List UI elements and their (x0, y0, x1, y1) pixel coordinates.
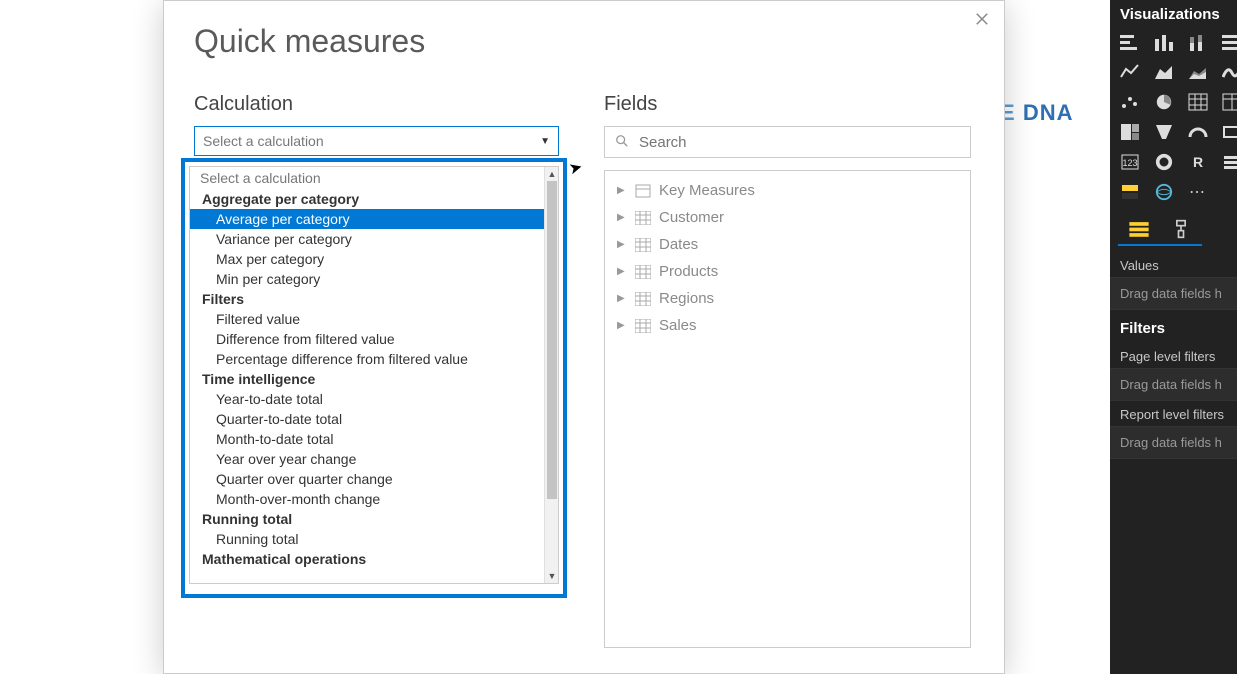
dropdown-item[interactable]: Running total (190, 529, 544, 549)
field-table[interactable]: ▶ Key Measures (609, 177, 966, 204)
format-mode-icon[interactable] (1170, 219, 1192, 242)
svg-text:R: R (1193, 154, 1203, 170)
vis-stacked-area-icon[interactable] (1186, 61, 1210, 83)
calculation-dropdown: Select a calculationAggregate per catego… (181, 158, 567, 598)
dropdown-group: Aggregate per category (190, 189, 544, 209)
table-icon (635, 265, 651, 279)
calculation-heading: Calculation (194, 93, 564, 116)
scroll-down-icon[interactable]: ▼ (545, 569, 559, 583)
dropdown-item[interactable]: Quarter-to-date total (190, 409, 544, 429)
vis-line-icon[interactable] (1118, 61, 1142, 83)
field-table-label: Dates (659, 236, 698, 253)
vis-stacked-bar-100-icon[interactable] (1220, 31, 1237, 53)
vis-table-icon[interactable] (1220, 91, 1237, 113)
dropdown-item[interactable]: Variance per category (190, 229, 544, 249)
field-table[interactable]: ▶ Regions (609, 285, 966, 312)
field-table-label: Sales (659, 317, 697, 334)
vis-ellipsis-icon[interactable]: ⋯ (1186, 181, 1210, 203)
vis-stacked-column-icon[interactable] (1186, 31, 1210, 53)
fields-search-input[interactable] (637, 133, 960, 152)
vis-scatter-icon[interactable] (1118, 91, 1142, 113)
fields-search[interactable] (604, 126, 971, 158)
field-table-label: Products (659, 263, 718, 280)
svg-text:123: 123 (1122, 158, 1137, 168)
table-icon (635, 292, 651, 306)
expand-icon: ▶ (617, 320, 627, 331)
fields-list: ▶ Key Measures ▶ Customer ▶ Dates ▶ Products ▶ Re… (604, 170, 971, 648)
expand-icon: ▶ (617, 185, 627, 196)
page-filters-label: Page level filters (1110, 343, 1237, 368)
search-icon (615, 134, 629, 151)
page-filters-dropzone[interactable]: Drag data fields h (1110, 368, 1237, 401)
dropdown-item[interactable]: Filtered value (190, 309, 544, 329)
dropdown-scrollbar[interactable]: ▲ ▼ (544, 167, 558, 583)
dropdown-group: Running total (190, 509, 544, 529)
dropdown-item[interactable]: Average per category (190, 209, 544, 229)
vis-gauge-icon[interactable] (1186, 121, 1210, 143)
expand-icon: ▶ (617, 293, 627, 304)
dropdown-item[interactable]: Difference from filtered value (190, 329, 544, 349)
measure-icon (635, 184, 651, 198)
dropdown-item[interactable]: Year over year change (190, 449, 544, 469)
table-icon (635, 319, 651, 333)
report-filters-dropzone[interactable]: Drag data fields h (1110, 426, 1237, 459)
close-icon[interactable] (970, 7, 994, 31)
fields-heading: Fields (604, 93, 974, 116)
expand-icon: ▶ (617, 212, 627, 223)
calculation-select-value: Select a calculation (203, 133, 324, 149)
quick-measures-dialog: Quick measures Calculation Select a calc… (163, 0, 1005, 674)
vis-ribbon-icon[interactable] (1220, 61, 1237, 83)
visualizations-title: Visualizations (1110, 0, 1237, 27)
vis-funnel-icon[interactable] (1152, 121, 1176, 143)
field-table[interactable]: ▶ Dates (609, 231, 966, 258)
table-icon (635, 238, 651, 252)
vis-matrix-icon[interactable] (1186, 91, 1210, 113)
dropdown-group: Mathematical operations (190, 549, 544, 569)
dialog-title: Quick measures (194, 23, 425, 60)
dropdown-item[interactable]: Month-to-date total (190, 429, 544, 449)
vis-area-icon[interactable] (1152, 61, 1176, 83)
dropdown-item[interactable]: Quarter over quarter change (190, 469, 544, 489)
chevron-down-icon: ▼ (540, 136, 550, 147)
calculation-select[interactable]: Select a calculation ▼ (194, 126, 559, 156)
dropdown-item[interactable]: Year-to-date total (190, 389, 544, 409)
expand-icon: ▶ (617, 239, 627, 250)
dropdown-item[interactable]: Min per category (190, 269, 544, 289)
dropdown-item[interactable]: Month-over-month change (190, 489, 544, 509)
fields-mode-icon[interactable] (1128, 219, 1150, 242)
vis-stacked-bar-icon[interactable] (1118, 31, 1142, 53)
vis-pie-icon[interactable] (1152, 91, 1176, 113)
field-table[interactable]: ▶ Customer (609, 204, 966, 231)
expand-icon: ▶ (617, 266, 627, 277)
field-table-label: Customer (659, 209, 724, 226)
dropdown-placeholder[interactable]: Select a calculation (190, 167, 544, 189)
vis-slicer-icon[interactable] (1220, 151, 1237, 173)
brand-watermark: E DNA (1000, 100, 1073, 126)
visualizations-panel: Visualizations 123 R ⋯ Values Drag data fi… (1110, 0, 1237, 674)
field-table-label: Regions (659, 290, 714, 307)
vis-treemap-icon[interactable] (1118, 121, 1142, 143)
field-table[interactable]: ▶ Products (609, 258, 966, 285)
table-icon (635, 211, 651, 225)
vis-arcgis-icon[interactable] (1152, 181, 1176, 203)
scroll-up-icon[interactable]: ▲ (545, 167, 559, 181)
field-table-label: Key Measures (659, 182, 755, 199)
values-dropzone[interactable]: Drag data fields h (1110, 277, 1237, 310)
vis-r-visual-icon[interactable]: R (1186, 151, 1210, 173)
vis-clustered-column-icon[interactable] (1152, 31, 1176, 53)
values-label: Values (1110, 252, 1237, 277)
vis-donut-icon[interactable] (1152, 151, 1176, 173)
dropdown-group: Time intelligence (190, 369, 544, 389)
scroll-thumb[interactable] (547, 181, 557, 499)
vis-card-icon[interactable] (1220, 121, 1237, 143)
dropdown-item[interactable]: Max per category (190, 249, 544, 269)
dropdown-group: Filters (190, 289, 544, 309)
field-table[interactable]: ▶ Sales (609, 312, 966, 339)
filters-heading: Filters (1110, 310, 1237, 343)
dropdown-item[interactable]: Percentage difference from filtered valu… (190, 349, 544, 369)
vis-multi-row-icon[interactable] (1118, 181, 1142, 203)
report-filters-label: Report level filters (1110, 401, 1237, 426)
vis-kpi-icon[interactable]: 123 (1118, 151, 1142, 173)
